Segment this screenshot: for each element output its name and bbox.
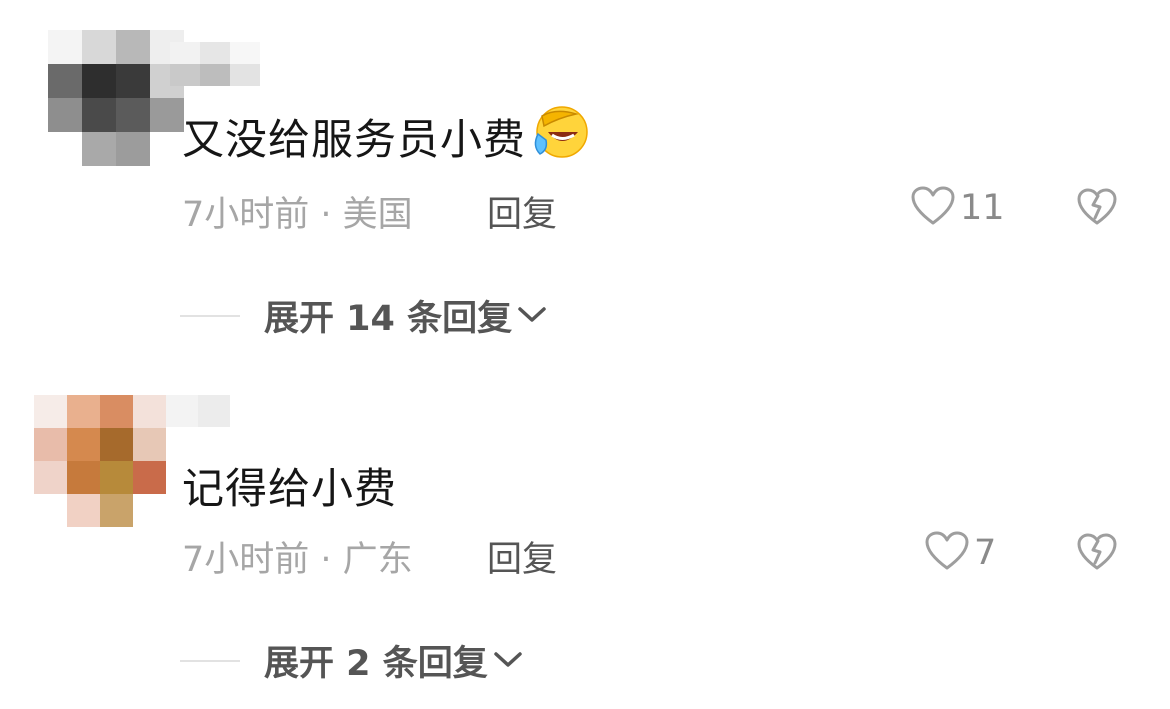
username-redacted[interactable] (170, 42, 260, 86)
dislike-button[interactable] (1076, 188, 1118, 230)
comment-location: 广东 (342, 540, 413, 580)
mosaic-pixel (100, 395, 133, 428)
expand-replies-label: 展开 2 条回复 (264, 644, 488, 684)
expand-replies-button[interactable]: 展开 14 条回复 (180, 290, 548, 341)
mosaic-pixel (48, 98, 82, 132)
expand-replies-label: 展开 14 条回复 (264, 299, 513, 339)
mosaic-pixel (34, 494, 67, 527)
comment-meta: 7小时前 · 美国 (182, 186, 413, 237)
mosaic-pixel (230, 64, 260, 86)
mosaic-pixel (100, 494, 133, 527)
mosaic-pixel (116, 64, 150, 98)
mosaic-pixel (34, 461, 67, 494)
comment-list: 又没给服务员小费 7小时前 · 美国 回复 11 展开 14 条回复 记得给小费… (0, 0, 1170, 709)
mosaic-pixel (100, 461, 133, 494)
laughing-crying-emoji-icon (528, 104, 590, 170)
like-button[interactable]: 7 (924, 531, 996, 575)
meta-separator: · (309, 540, 343, 580)
mosaic-pixel (198, 395, 230, 427)
mosaic-pixel (166, 395, 198, 427)
chevron-down-icon (516, 303, 548, 329)
chevron-down-icon (492, 648, 524, 674)
reply-button[interactable]: 回复 (487, 531, 557, 582)
broken-heart-icon (1076, 533, 1118, 575)
broken-heart-icon (1076, 188, 1118, 230)
mosaic-pixel (200, 42, 230, 64)
comment-item: 又没给服务员小费 7小时前 · 美国 回复 11 展开 14 条回复 (0, 0, 1170, 350)
comment-text: 又没给服务员小费 (182, 104, 590, 170)
mosaic-pixel (82, 132, 116, 166)
like-count: 11 (960, 188, 1005, 228)
mosaic-pixel (150, 132, 184, 166)
mosaic-pixel (170, 42, 200, 64)
mosaic-pixel (48, 64, 82, 98)
avatar[interactable] (48, 30, 184, 166)
mosaic-pixel (67, 395, 100, 428)
reply-button[interactable]: 回复 (487, 186, 557, 237)
dislike-button[interactable] (1076, 533, 1118, 575)
divider-line (180, 659, 240, 662)
comment-item: 记得给小费 7小时前 · 广东 回复 7 展开 2 条回复 (0, 350, 1170, 709)
mosaic-pixel (48, 132, 82, 166)
mosaic-pixel (116, 132, 150, 166)
mosaic-pixel (67, 428, 100, 461)
username-redacted[interactable] (166, 395, 230, 427)
mosaic-pixel (48, 30, 82, 64)
comment-text-content: 又没给服务员小费 (182, 115, 527, 164)
mosaic-pixel (150, 98, 184, 132)
mosaic-pixel (116, 30, 150, 64)
comment-meta: 7小时前 · 广东 (182, 531, 413, 582)
mosaic-pixel (67, 494, 100, 527)
mosaic-pixel (82, 30, 116, 64)
meta-separator: · (309, 195, 343, 235)
heart-icon (924, 531, 970, 575)
comment-text: 记得给小费 (182, 464, 398, 513)
mosaic-pixel (82, 98, 116, 132)
like-button[interactable]: 11 (910, 186, 1005, 230)
mosaic-pixel (133, 461, 166, 494)
avatar[interactable] (34, 395, 166, 527)
mosaic-pixel (133, 395, 166, 428)
mosaic-pixel (34, 428, 67, 461)
mosaic-pixel (170, 64, 200, 86)
heart-icon (910, 186, 956, 230)
mosaic-pixel (133, 428, 166, 461)
divider-line (180, 314, 240, 317)
mosaic-pixel (133, 494, 166, 527)
expand-replies-button[interactable]: 展开 2 条回复 (180, 635, 524, 686)
comment-time: 7小时前 (182, 195, 310, 235)
mosaic-pixel (230, 42, 260, 64)
mosaic-pixel (67, 461, 100, 494)
like-count: 7 (974, 533, 997, 573)
mosaic-pixel (116, 98, 150, 132)
mosaic-pixel (100, 428, 133, 461)
comment-location: 美国 (342, 195, 413, 235)
mosaic-pixel (82, 64, 116, 98)
mosaic-pixel (34, 395, 67, 428)
mosaic-pixel (200, 64, 230, 86)
comment-time: 7小时前 (182, 540, 310, 580)
